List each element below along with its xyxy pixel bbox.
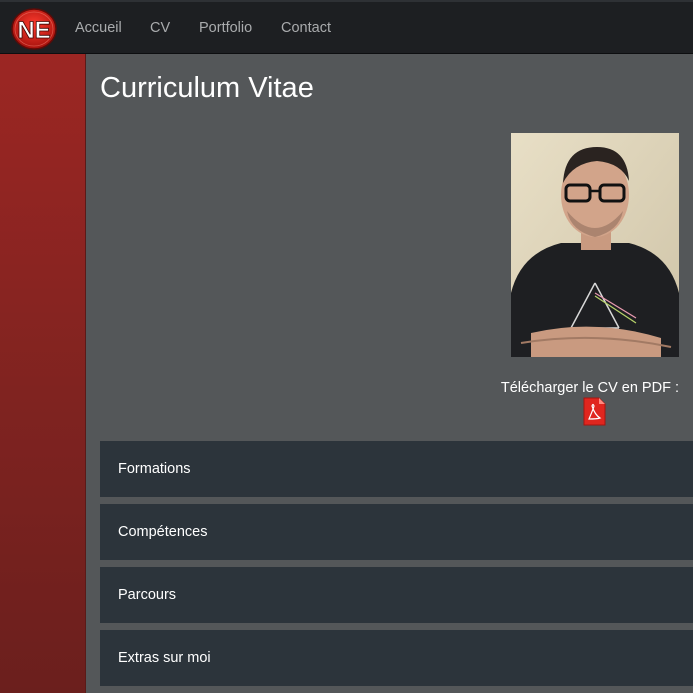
nav-item-portfolio[interactable]: Portfolio	[199, 20, 252, 36]
logo-text: NE	[17, 17, 50, 44]
nav-item-contact[interactable]: Contact	[281, 20, 331, 36]
nav-item-accueil[interactable]: Accueil	[75, 20, 122, 36]
nav-item-cv[interactable]: CV	[150, 20, 170, 36]
section-parcours[interactable]: Parcours	[100, 567, 693, 623]
section-competences[interactable]: Compétences	[100, 504, 693, 560]
top-navbar: NE Accueil CV Portfolio Contact	[0, 0, 693, 54]
section-formations-label: Formations	[118, 461, 191, 477]
section-extras-label: Extras sur moi	[118, 650, 211, 666]
pdf-icon[interactable]	[583, 397, 606, 426]
left-sidebar	[0, 54, 86, 693]
page-title: Curriculum Vitae	[100, 72, 314, 104]
section-extras[interactable]: Extras sur moi	[100, 630, 693, 686]
site-logo[interactable]: NE	[10, 7, 58, 51]
section-formations[interactable]: Formations	[100, 441, 693, 497]
section-competences-label: Compétences	[118, 524, 208, 540]
download-cv-label: Télécharger le CV en PDF :	[500, 380, 679, 396]
profile-photo	[511, 133, 679, 357]
section-parcours-label: Parcours	[118, 587, 177, 603]
